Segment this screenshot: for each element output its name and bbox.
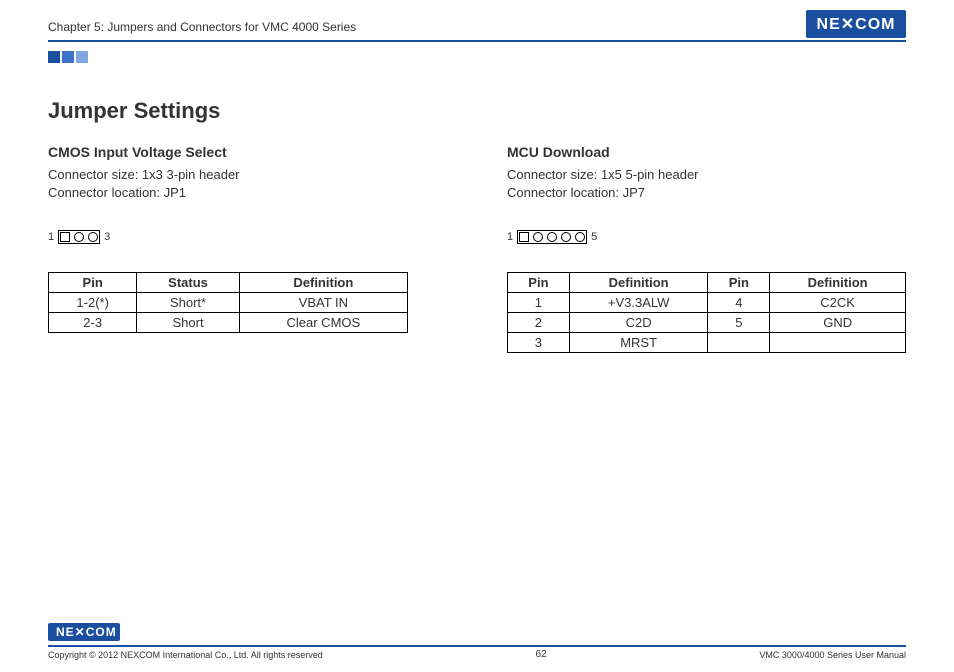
cmos-table: Pin Status Definition 1-2(*) Short* VBAT… [48,272,408,333]
footer: NE✕COM Copyright © 2012 NEXCOM Internati… [48,623,906,660]
pin-box [517,230,587,244]
cell: 4 [708,293,770,313]
cell: 1 [508,293,570,313]
th-pin: Pin [508,273,570,293]
mcu-connector-location: Connector location: JP7 [507,184,906,202]
cmos-pin-diagram: 1 3 [48,230,447,244]
cell: Short* [137,293,239,313]
th-pin2: Pin [708,273,770,293]
pin-label-right: 5 [591,231,597,243]
doc-title: VMC 3000/4000 Series User Manual [759,650,906,660]
cmos-section-title: CMOS Input Voltage Select [48,144,447,160]
pin-4-icon [561,232,571,242]
footer-row: Copyright © 2012 NEXCOM International Co… [48,649,906,660]
table-row: 1 +V3.3ALW 4 C2CK [508,293,906,313]
header-rule [48,40,906,42]
table-row: 2 C2D 5 GND [508,313,906,333]
page-title: Jumper Settings [48,98,906,124]
pin-1-icon [60,232,70,242]
footer-logo: NE✕COM [48,623,120,641]
header-bar: Chapter 5: Jumpers and Connectors for VM… [48,0,906,38]
cell: +V3.3ALW [569,293,708,313]
pin-label-right: 3 [104,231,110,243]
pin-3-icon [88,232,98,242]
pin-2-icon [74,232,84,242]
th-definition: Definition [569,273,708,293]
cell: Clear CMOS [239,313,407,333]
pin-label-left: 1 [48,231,54,243]
copyright-text: Copyright © 2012 NEXCOM International Co… [48,650,323,660]
right-column: MCU Download Connector size: 1x5 5-pin h… [507,144,906,353]
mcu-table: Pin Definition Pin Definition 1 +V3.3ALW… [507,272,906,353]
cell: 2-3 [49,313,137,333]
cmos-connector-size: Connector size: 1x3 3-pin header [48,166,447,184]
th-definition2: Definition [770,273,906,293]
pin-5-icon [575,232,585,242]
mcu-connector-size: Connector size: 1x5 5-pin header [507,166,906,184]
cell: C2CK [770,293,906,313]
th-definition: Definition [239,273,407,293]
pin-box [58,230,100,244]
cell: MRST [569,333,708,353]
cmos-connector-location: Connector location: JP1 [48,184,447,202]
cell: 5 [708,313,770,333]
cell: 2 [508,313,570,333]
th-pin: Pin [49,273,137,293]
brand-logo: NE✕COM [806,10,906,38]
th-status: Status [137,273,239,293]
footer-rule [48,645,906,647]
chapter-title: Chapter 5: Jumpers and Connectors for VM… [48,20,356,38]
mcu-pin-diagram: 1 5 [507,230,906,244]
pin-3-icon [547,232,557,242]
cell [770,333,906,353]
cell: 1-2(*) [49,293,137,313]
pin-label-left: 1 [507,231,513,243]
table-row: 2-3 Short Clear CMOS [49,313,408,333]
cell [708,333,770,353]
table-row: 1-2(*) Short* VBAT IN [49,293,408,313]
decorative-squares [48,50,906,68]
table-header-row: Pin Status Definition [49,273,408,293]
table-header-row: Pin Definition Pin Definition [508,273,906,293]
logo-text: NE✕COM [817,16,896,33]
mcu-section-title: MCU Download [507,144,906,160]
content-columns: CMOS Input Voltage Select Connector size… [48,144,906,353]
table-row: 3 MRST [508,333,906,353]
pin-1-icon [519,232,529,242]
page-number: 62 [536,649,547,660]
cell: Short [137,313,239,333]
cell: GND [770,313,906,333]
cell: C2D [569,313,708,333]
cell: VBAT IN [239,293,407,313]
pin-2-icon [533,232,543,242]
left-column: CMOS Input Voltage Select Connector size… [48,144,447,353]
cell: 3 [508,333,570,353]
